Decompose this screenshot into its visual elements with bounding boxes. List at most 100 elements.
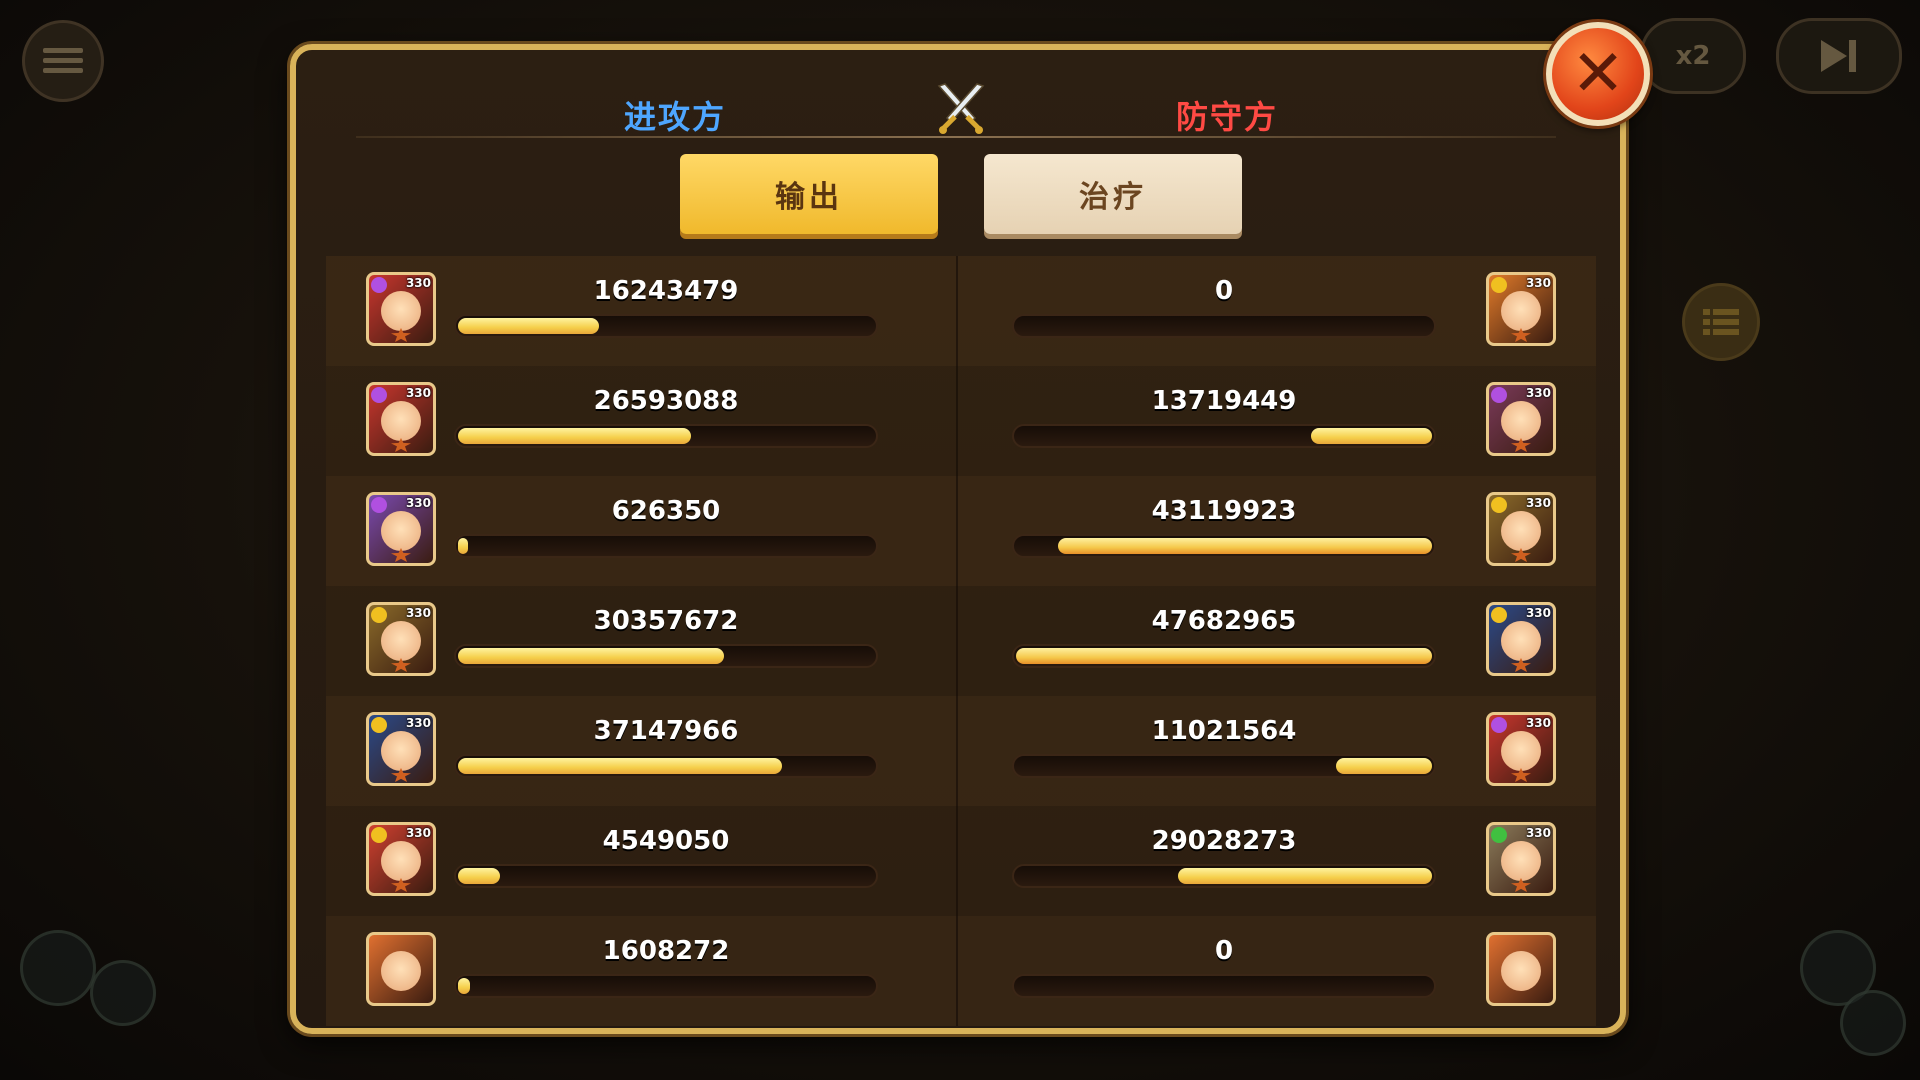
hero-face (381, 401, 421, 441)
background-menu-button (22, 20, 104, 102)
attacker-damage-bar (454, 314, 878, 338)
attacker-damage-bar (454, 644, 878, 668)
defender-damage-value: 13719449 (1151, 386, 1297, 416)
defender-damage-value: 0 (1214, 276, 1234, 306)
defender-damage-value: 29028273 (1151, 826, 1297, 856)
damage-bar-fill (1178, 868, 1432, 884)
damage-bar-fill (1058, 538, 1432, 554)
hero-face (381, 951, 421, 991)
center-divider (956, 916, 958, 1026)
hero-face (1501, 511, 1541, 551)
tab-heal[interactable]: 治疗 (984, 154, 1242, 234)
menu-icon (43, 48, 83, 73)
center-divider (956, 256, 958, 366)
damage-bar-fill (458, 868, 500, 884)
damage-bar-fill (1016, 648, 1432, 664)
skip-icon (1821, 40, 1856, 72)
damage-bar-fill (458, 538, 468, 554)
attacker-damage-bar (454, 424, 878, 448)
attacker-hero-portrait[interactable]: 330 (366, 822, 436, 896)
damage-bar-fill (458, 758, 782, 774)
hero-face (381, 621, 421, 661)
faction-badge-icon (1491, 387, 1507, 403)
hero-level: 330 (405, 826, 431, 840)
faction-badge-icon (371, 387, 387, 403)
star-icon (1511, 768, 1531, 782)
damage-bar-fill (458, 648, 724, 664)
attacker-damage-value: 4549050 (602, 826, 730, 856)
defender-hero-portrait[interactable]: 330 (1486, 822, 1556, 896)
defender-hero-portrait[interactable]: 330 (1486, 492, 1556, 566)
defender-damage-bar (1012, 314, 1436, 338)
defender-damage-value: 0 (1214, 936, 1234, 966)
defender-damage-bar (1012, 864, 1436, 888)
attacker-damage-value: 30357672 (593, 606, 739, 636)
center-divider (956, 366, 958, 476)
defender-damage-value: 11021564 (1151, 716, 1297, 746)
stats-list: 330 16243479 330 0 330 26593088 330 13719449 330… (326, 256, 1596, 1026)
damage-bar-fill (458, 978, 470, 994)
hero-level: 330 (1525, 606, 1551, 620)
close-button[interactable]: ✕ (1546, 22, 1650, 126)
damage-bar-fill (458, 318, 599, 334)
defender-hero-portrait[interactable]: 330 (1486, 712, 1556, 786)
tab-output[interactable]: 输出 (680, 154, 938, 234)
center-divider (956, 696, 958, 806)
attacker-damage-value: 1608272 (602, 936, 730, 966)
center-divider (956, 586, 958, 696)
hero-face (1501, 621, 1541, 661)
defender-hero-portrait[interactable]: 330 (1486, 272, 1556, 346)
attacker-damage-value: 626350 (611, 496, 721, 526)
star-icon (1511, 548, 1531, 562)
background-list-button (1682, 283, 1760, 361)
defender-damage-value: 47682965 (1151, 606, 1297, 636)
hero-face (381, 511, 421, 551)
hero-level: 330 (1525, 826, 1551, 840)
attacker-hero-portrait[interactable]: 330 (366, 492, 436, 566)
stats-row: 330 626350 330 43119923 (326, 476, 1596, 586)
battle-stats-dialog: 进攻方 防守方 输出 治疗 330 16243479 330 0 330 26593088… (290, 44, 1626, 1034)
star-icon (1511, 658, 1531, 672)
attacker-damage-bar (454, 534, 878, 558)
star-icon (391, 878, 411, 892)
stats-row: 330 4549050 330 29028273 (326, 806, 1596, 916)
faction-badge-icon (371, 827, 387, 843)
faction-badge-icon (371, 277, 387, 293)
faction-badge-icon (1491, 717, 1507, 733)
header-divider (356, 136, 1556, 138)
star-icon (391, 658, 411, 672)
hero-level: 330 (405, 496, 431, 510)
defender-damage-bar (1012, 424, 1436, 448)
defender-damage-value: 43119923 (1151, 496, 1297, 526)
attacker-hero-portrait[interactable]: 330 (366, 382, 436, 456)
hero-level: 330 (405, 716, 431, 730)
star-icon (1511, 878, 1531, 892)
hero-face (1501, 841, 1541, 881)
center-divider (956, 806, 958, 916)
attacker-hero-portrait[interactable]: 330 (366, 712, 436, 786)
faction-badge-icon (371, 717, 387, 733)
attacker-damage-bar (454, 864, 878, 888)
hero-face (381, 291, 421, 331)
star-icon (391, 548, 411, 562)
damage-bar-fill (1336, 758, 1432, 774)
attacker-hero-portrait[interactable]: 330 (366, 272, 436, 346)
defender-damage-bar (1012, 754, 1436, 778)
hero-level: 330 (405, 386, 431, 400)
hero-level: 330 (1525, 716, 1551, 730)
attacker-hero-portrait[interactable] (366, 932, 436, 1006)
star-icon (391, 328, 411, 342)
defender-hero-portrait[interactable] (1486, 932, 1556, 1006)
faction-badge-icon (371, 497, 387, 513)
stats-row: 330 26593088 330 13719449 (326, 366, 1596, 476)
close-icon: ✕ (1571, 37, 1625, 111)
defender-hero-portrait[interactable]: 330 (1486, 382, 1556, 456)
star-icon (391, 438, 411, 452)
faction-badge-icon (371, 607, 387, 623)
defender-hero-portrait[interactable]: 330 (1486, 602, 1556, 676)
faction-badge-icon (1491, 277, 1507, 293)
attacker-hero-portrait[interactable]: 330 (366, 602, 436, 676)
hero-level: 330 (1525, 496, 1551, 510)
star-icon (1511, 328, 1531, 342)
hero-face (1501, 291, 1541, 331)
